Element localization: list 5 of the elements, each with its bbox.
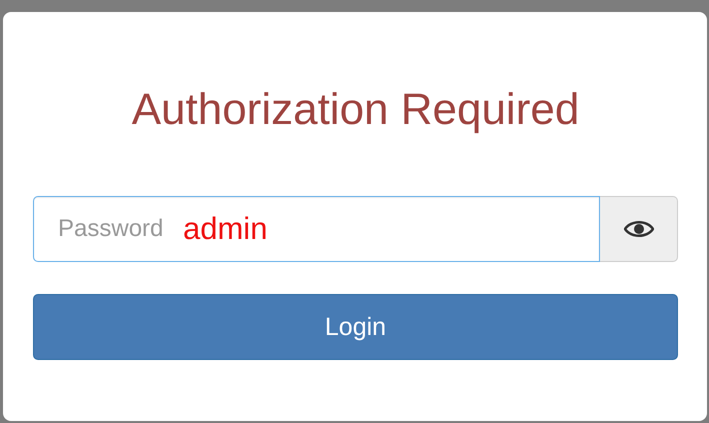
dialog-title: Authorization Required — [130, 84, 580, 136]
show-password-button[interactable] — [600, 196, 678, 262]
login-button[interactable]: Login — [33, 294, 678, 360]
annotation-text: admin — [183, 212, 268, 246]
eye-icon — [624, 220, 654, 238]
